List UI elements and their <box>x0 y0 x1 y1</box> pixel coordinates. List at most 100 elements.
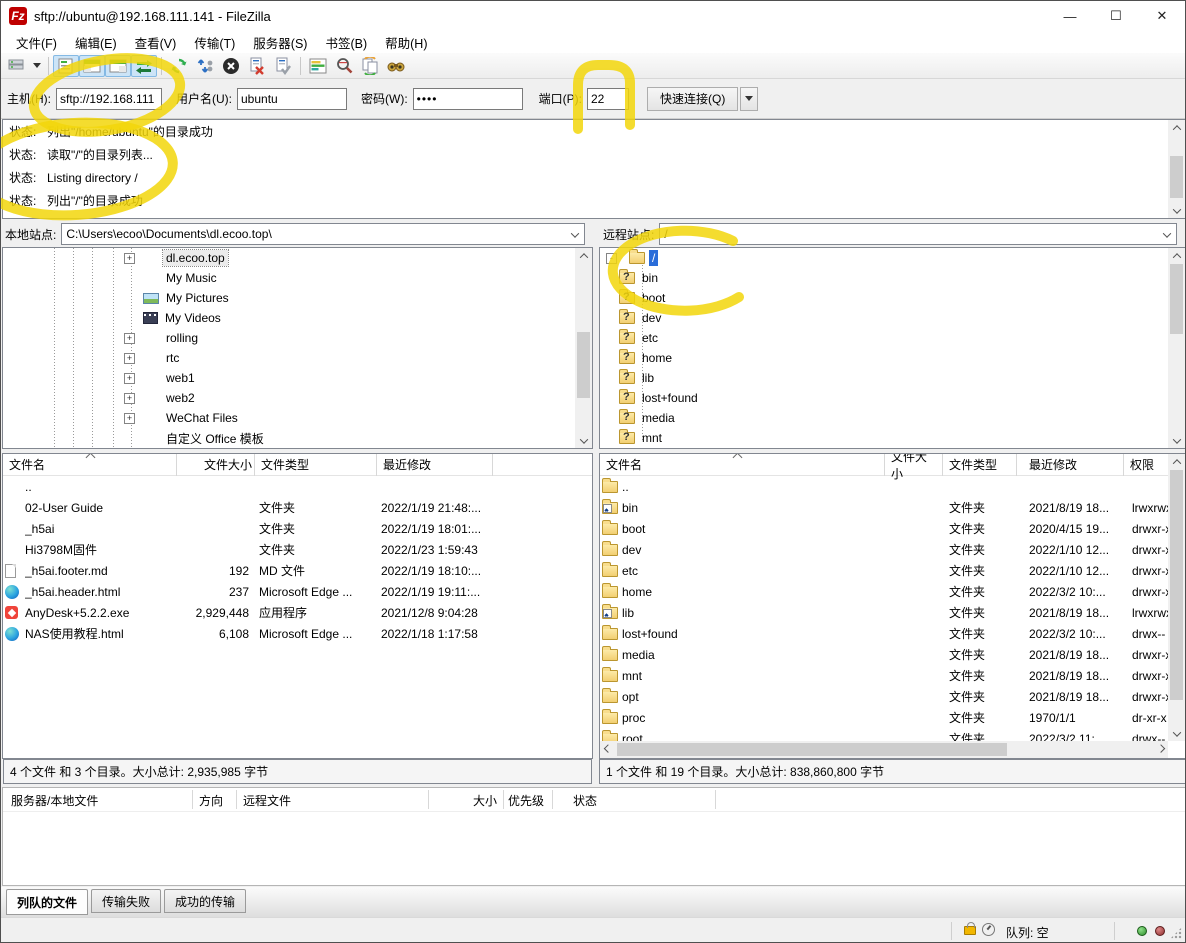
file-row[interactable]: .. <box>3 476 592 497</box>
tree-node[interactable]: + WeChat Files <box>3 408 592 428</box>
file-row[interactable]: media 文件夹 2021/8/19 18... drwxr-x <box>600 644 1185 665</box>
tree-node[interactable]: My Pictures <box>3 288 592 308</box>
find-files-icon[interactable] <box>383 55 409 77</box>
column-header-type[interactable]: 文件类型 <box>255 454 377 476</box>
menu-bookmarks[interactable]: 书签(B) <box>316 31 376 54</box>
synchronized-browsing-icon[interactable] <box>357 55 383 77</box>
file-row[interactable]: _h5ai.header.html 237 Microsoft Edge ...… <box>3 581 592 602</box>
column-header-permissions[interactable]: 权限 <box>1124 454 1169 476</box>
file-row[interactable]: AnyDesk+5.2.2.exe 2,929,448 应用程序 2021/12… <box>3 602 592 623</box>
directory-comparison-icon[interactable] <box>305 55 331 77</box>
process-queue-icon[interactable] <box>192 55 218 77</box>
scroll-down-icon[interactable] <box>575 433 592 448</box>
menu-help[interactable]: 帮助(H) <box>376 31 436 54</box>
refresh-icon[interactable] <box>166 55 192 77</box>
remote-path-combo[interactable]: / <box>659 223 1177 245</box>
file-row[interactable]: Hi3798M固件 文件夹 2022/1/23 1:59:43 <box>3 539 592 560</box>
maximize-button[interactable]: ☐ <box>1093 1 1139 31</box>
column-header-size[interactable]: 文件大小 <box>885 454 943 476</box>
file-row[interactable]: mnt 文件夹 2021/8/19 18... drwxr-x <box>600 665 1185 686</box>
scroll-down-icon[interactable] <box>1168 203 1185 218</box>
scroll-up-icon[interactable] <box>1168 454 1185 469</box>
tree-node[interactable]: media <box>600 408 1185 428</box>
file-row[interactable]: lost+found 文件夹 2022/3/2 10:... drwx-- <box>600 623 1185 644</box>
quickconnect-dropdown-icon[interactable] <box>740 87 758 111</box>
queue-col-size[interactable]: 大小 <box>458 792 497 809</box>
file-row[interactable]: _h5ai 文件夹 2022/1/19 18:01:... <box>3 518 592 539</box>
scrollbar-thumb[interactable] <box>1170 156 1183 198</box>
toggle-remote-tree-icon[interactable] <box>105 55 131 77</box>
column-header-size[interactable]: 文件大小 <box>177 454 255 476</box>
column-header-modified[interactable]: 最近修改 <box>1017 454 1124 476</box>
file-row[interactable]: etc 文件夹 2022/1/10 12... drwxr-x <box>600 560 1185 581</box>
toggle-local-tree-icon[interactable] <box>79 55 105 77</box>
file-row[interactable]: home 文件夹 2022/3/2 10:... drwxr-x <box>600 581 1185 602</box>
tree-node[interactable]: + web1 <box>3 368 592 388</box>
scrollbar-thumb[interactable] <box>617 743 1007 756</box>
username-input[interactable] <box>237 88 347 110</box>
site-manager-dropdown-icon[interactable] <box>30 55 44 77</box>
tree-node[interactable]: boot <box>600 288 1185 308</box>
port-input[interactable] <box>587 88 629 110</box>
chevron-down-icon[interactable] <box>571 229 579 237</box>
remote-list-vscrollbar[interactable] <box>1168 454 1185 741</box>
resize-grip[interactable] <box>1170 927 1182 939</box>
tree-node[interactable]: etc <box>600 328 1185 348</box>
expander-icon[interactable]: + <box>124 253 135 264</box>
scroll-up-icon[interactable] <box>1168 120 1185 135</box>
queue-col-priority[interactable]: 优先级 <box>508 792 544 809</box>
toggle-transfer-queue-icon[interactable] <box>131 55 157 77</box>
file-row[interactable]: proc 文件夹 1970/1/1 dr-xr-x <box>600 707 1185 728</box>
tab-successful-transfers[interactable]: 成功的传输 <box>164 889 246 913</box>
scrollbar-thumb[interactable] <box>577 332 590 398</box>
column-header-modified[interactable]: 最近修改 <box>377 454 493 476</box>
scroll-down-icon[interactable] <box>1168 726 1185 741</box>
file-row[interactable]: dev 文件夹 2022/1/10 12... drwxr-x <box>600 539 1185 560</box>
tree-node[interactable]: mnt <box>600 428 1185 448</box>
expander-icon[interactable]: + <box>124 353 135 364</box>
toggle-message-log-icon[interactable] <box>53 55 79 77</box>
column-header-type[interactable]: 文件类型 <box>943 454 1017 476</box>
tree-node[interactable]: My Music <box>3 268 592 288</box>
scroll-right-icon[interactable] <box>1153 741 1168 758</box>
file-row[interactable]: _h5ai.footer.md 192 MD 文件 2022/1/19 18:1… <box>3 560 592 581</box>
tab-queued-files[interactable]: 列队的文件 <box>6 889 88 915</box>
password-input[interactable] <box>413 88 523 110</box>
local-tree-scrollbar[interactable] <box>575 248 592 448</box>
file-row[interactable]: lib 文件夹 2021/8/19 18... lrwxrwx <box>600 602 1185 623</box>
file-row[interactable]: opt 文件夹 2021/8/19 18... drwxr-x <box>600 686 1185 707</box>
queue-col-remote-file[interactable]: 远程文件 <box>243 792 291 809</box>
expander-icon[interactable]: - <box>606 253 617 264</box>
quickconnect-button[interactable]: 快速连接(Q) <box>647 87 738 111</box>
tree-node[interactable]: 自定义 Office 模板 <box>3 428 592 448</box>
tree-node[interactable]: + dl.ecoo.top <box>3 248 592 268</box>
queue-col-local-file[interactable]: 服务器/本地文件 <box>11 792 98 809</box>
tree-node[interactable]: lost+found <box>600 388 1185 408</box>
tree-node[interactable]: + web2 <box>3 388 592 408</box>
scroll-down-icon[interactable] <box>1168 433 1185 448</box>
file-row[interactable]: NAS使用教程.html 6,108 Microsoft Edge ... 20… <box>3 623 592 644</box>
tree-node[interactable]: + rolling <box>3 328 592 348</box>
file-row[interactable]: boot 文件夹 2020/4/15 19... drwxr-x <box>600 518 1185 539</box>
scroll-up-icon[interactable] <box>1168 248 1185 263</box>
file-row[interactable]: 02-User Guide 文件夹 2022/1/19 21:48:... <box>3 497 592 518</box>
site-manager-icon[interactable] <box>4 55 30 77</box>
filename-filters-icon[interactable] <box>331 55 357 77</box>
remote-tree-scrollbar[interactable] <box>1168 248 1185 448</box>
tree-node[interactable]: - / <box>600 248 1185 268</box>
remote-list-hscrollbar[interactable] <box>600 741 1168 758</box>
scrollbar-thumb[interactable] <box>1170 470 1183 700</box>
log-scrollbar[interactable] <box>1168 120 1185 218</box>
menu-transfer[interactable]: 传输(T) <box>185 31 244 54</box>
local-path-combo[interactable]: C:\Users\ecoo\Documents\dl.ecoo.top\ <box>61 223 585 245</box>
scroll-left-icon[interactable] <box>600 741 615 758</box>
scrollbar-thumb[interactable] <box>1170 264 1183 334</box>
host-input[interactable] <box>56 88 162 110</box>
tree-node[interactable]: home <box>600 348 1185 368</box>
failed-transfers-icon[interactable] <box>244 55 270 77</box>
menu-view[interactable]: 查看(V) <box>126 31 186 54</box>
menu-server[interactable]: 服务器(S) <box>244 31 316 54</box>
tree-node[interactable]: bin <box>600 268 1185 288</box>
queue-col-status[interactable]: 状态 <box>573 792 597 809</box>
file-row[interactable]: bin 文件夹 2021/8/19 18... lrwxrwx <box>600 497 1185 518</box>
